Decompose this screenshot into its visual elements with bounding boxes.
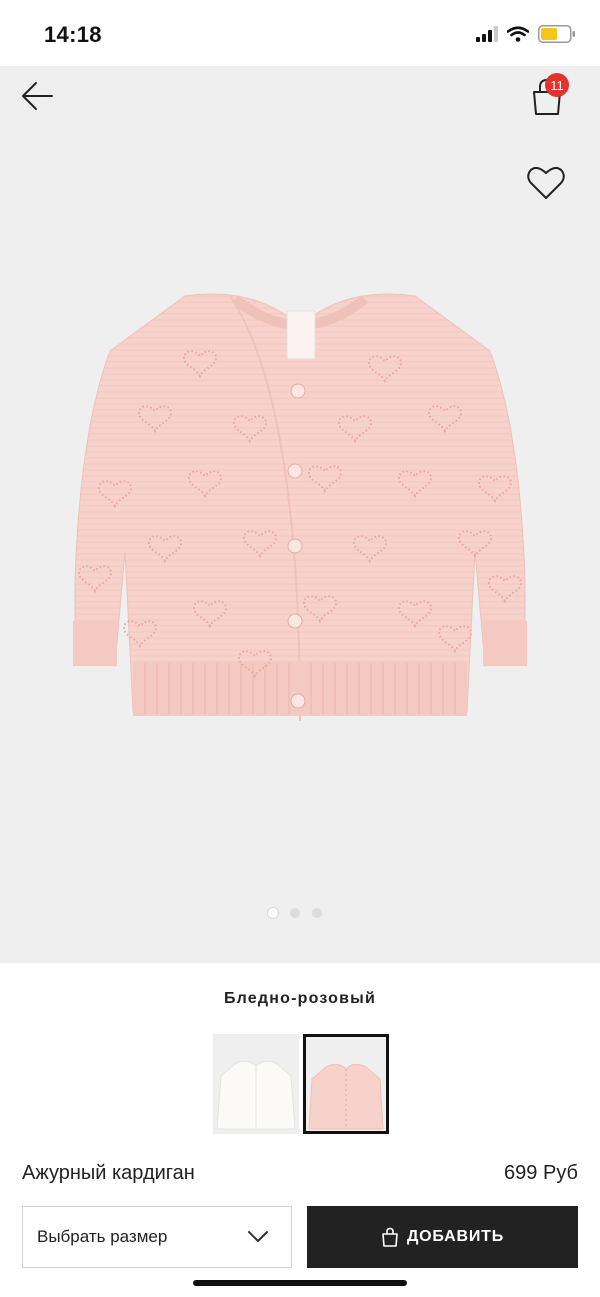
pink-cardigan-swatch[interactable] xyxy=(303,1034,389,1134)
back-button[interactable] xyxy=(18,78,58,114)
arrow-left-icon xyxy=(22,82,53,110)
home-indicator[interactable] xyxy=(193,1280,407,1286)
favorite-button[interactable] xyxy=(526,164,566,202)
product-price: 699 Руб xyxy=(504,1162,578,1184)
product-name: Ажурный кардиган xyxy=(22,1162,195,1184)
size-select-label: Выбрать размер xyxy=(37,1227,168,1246)
gallery-pagination xyxy=(268,908,322,918)
selected-color-name: Бледно-розовый xyxy=(223,990,377,1007)
shopping-bag-icon xyxy=(382,1227,398,1247)
status-bar: 14:18 xyxy=(0,0,600,66)
product-photo xyxy=(73,293,527,722)
wifi-icon xyxy=(507,26,529,42)
add-to-cart-label: ДОБАВИТЬ xyxy=(406,1228,505,1245)
color-swatches xyxy=(213,1034,389,1134)
gallery-dot[interactable] xyxy=(312,908,322,918)
cart-count-badge: 11 xyxy=(545,73,569,97)
battery-icon xyxy=(538,25,575,43)
status-time: 14:18 xyxy=(44,22,102,47)
gallery-dot[interactable] xyxy=(268,908,278,918)
add-to-cart-button[interactable]: ДОБАВИТЬ xyxy=(307,1206,578,1268)
gallery-dot[interactable] xyxy=(290,908,300,918)
status-icons xyxy=(476,25,576,43)
white-cardigan-swatch[interactable] xyxy=(213,1034,299,1134)
chevron-down-icon xyxy=(248,1231,268,1242)
product-image-gallery[interactable]: 11 xyxy=(0,66,600,963)
heart-outline-icon xyxy=(527,167,565,199)
cellular-signal-icon xyxy=(476,26,498,42)
size-select[interactable]: Выбрать размер xyxy=(22,1206,292,1268)
